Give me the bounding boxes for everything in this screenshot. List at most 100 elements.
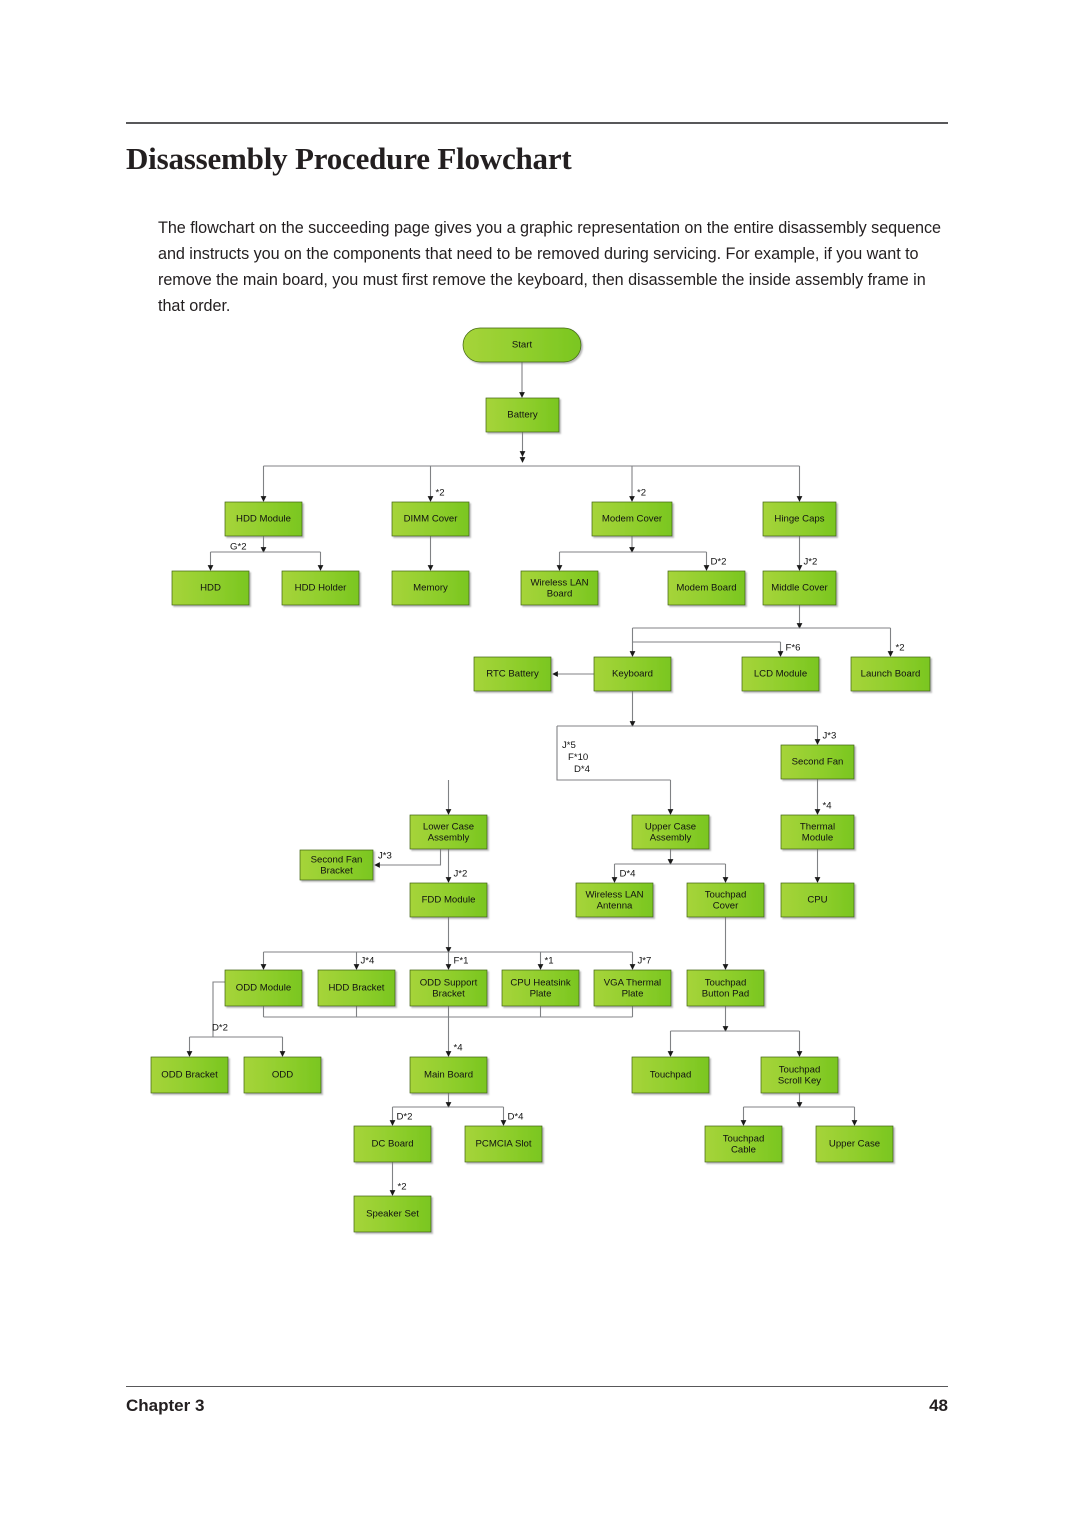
flow-node-modem_cover: Modem Cover xyxy=(592,502,672,536)
node-label: TouchpadScroll Key xyxy=(778,1064,821,1086)
flow-node-cpu_heatsink: CPU HeatsinkPlate xyxy=(502,970,579,1006)
flow-node-touchpad: Touchpad xyxy=(632,1057,709,1093)
connector xyxy=(633,628,781,642)
flow-node-second_fan_bracket: Second FanBracket xyxy=(300,850,373,880)
flow-node-dc_board: DC Board xyxy=(354,1126,431,1162)
edge-label-keyboard_split: J*5F*10D*4 xyxy=(562,740,591,775)
node-label: ThermalModule xyxy=(800,821,835,843)
disassembly-flowchart: *2*2G*2D*2J*2F*6*2J*3J*5F*10D*4*4J*3J*2D… xyxy=(0,0,1080,1528)
node-label: Speaker Set xyxy=(366,1209,419,1220)
node-label: HDD Bracket xyxy=(329,983,385,994)
flow-node-memory: Memory xyxy=(392,571,469,605)
edge-label-cpu_heatsink: *1 xyxy=(545,956,554,967)
edge-label-odd_split: D*2 xyxy=(212,1023,228,1034)
node-label: PCMCIA Slot xyxy=(476,1139,532,1150)
flow-node-second_fan: Second Fan xyxy=(781,745,854,779)
node-label: FDD Module xyxy=(422,895,476,906)
edge-label-dc_board: D*2 xyxy=(397,1112,413,1123)
edge-label-hdd_bracket: J*4 xyxy=(361,956,376,967)
node-label: Lower CaseAssembly xyxy=(423,821,474,843)
flow-node-main_board: Main Board xyxy=(410,1057,487,1093)
node-label: CPU xyxy=(807,895,827,906)
node-label: TouchpadButton Pad xyxy=(702,977,749,999)
node-label: Launch Board xyxy=(861,669,921,680)
node-label: Start xyxy=(512,340,533,351)
flow-node-odd_bracket: ODD Bracket xyxy=(151,1057,228,1093)
flow-node-lower_case: Lower CaseAssembly xyxy=(410,815,487,849)
flow-node-battery: Battery xyxy=(486,398,559,432)
edge-label-second_fan_bracket: J*3 xyxy=(378,851,392,862)
flow-node-modem_board: Modem Board xyxy=(668,571,745,605)
flow-node-odd_module: ODD Module xyxy=(225,970,302,1006)
flow-node-wireless_lan_board: Wireless LANBoard xyxy=(521,571,598,605)
edge-label-launch_board: *2 xyxy=(896,643,905,654)
flow-node-dimm_cover: DIMM Cover xyxy=(392,502,469,536)
node-label: DIMM Cover xyxy=(404,514,459,525)
flow-node-speaker_set: Speaker Set xyxy=(354,1196,431,1232)
edge-label-odd_support: F*1 xyxy=(454,956,469,967)
flow-node-hdd: HDD xyxy=(172,571,249,605)
flow-node-upper_case: Upper CaseAssembly xyxy=(632,815,709,849)
flow-node-touchpad_cable: TouchpadCable xyxy=(705,1126,782,1162)
node-label: LCD Module xyxy=(754,669,807,680)
flow-node-odd_support: ODD SupportBracket xyxy=(410,970,487,1006)
node-label: Main Board xyxy=(424,1070,473,1081)
flow-node-wireless_lan_ant: Wireless LANAntenna xyxy=(576,883,653,917)
node-label: Modem Board xyxy=(676,583,736,594)
edge-label-hdd_split: G*2 xyxy=(230,542,247,553)
edge-label-thermal_module: *4 xyxy=(823,801,833,812)
flow-node-vga_thermal: VGA ThermalPlate xyxy=(594,970,671,1006)
flow-node-launch_board: Launch Board xyxy=(851,657,930,691)
edge-label-modem_board: D*2 xyxy=(711,557,727,568)
edge-label-wireless_lan_ant: D*4 xyxy=(620,869,637,880)
node-label: Upper CaseAssembly xyxy=(645,821,696,843)
node-label: Memory xyxy=(413,583,448,594)
node-label: ODD xyxy=(272,1070,293,1081)
edge-label-modem_cover: *2 xyxy=(637,488,646,499)
flow-node-rtc_battery: RTC Battery xyxy=(474,657,551,691)
node-label: RTC Battery xyxy=(486,669,539,680)
edge-label-pcmcia_slot: D*4 xyxy=(508,1112,525,1123)
node-label: Touchpad xyxy=(650,1070,692,1081)
flow-node-thermal_module: ThermalModule xyxy=(781,815,854,849)
edge-label-lcd_module: F*6 xyxy=(786,643,801,654)
edge-label-middle_cover: J*2 xyxy=(804,557,818,568)
flow-node-middle_cover: Middle Cover xyxy=(763,571,836,605)
node-label: HDD Holder xyxy=(295,583,348,594)
flow-node-fdd_module: FDD Module xyxy=(410,883,487,917)
node-label: Modem Cover xyxy=(602,514,663,525)
flow-node-cpu: CPU xyxy=(781,883,854,917)
node-label: HDD Module xyxy=(236,514,291,525)
flowchart-nodes: Start Battery HDD Module DIMM Cover Modem Co… xyxy=(151,328,930,1232)
edge-label-speaker_set: *2 xyxy=(398,1182,407,1193)
node-label: Hinge Caps xyxy=(774,514,824,525)
flow-node-touchpad_scroll: TouchpadScroll Key xyxy=(761,1057,838,1093)
footer-rule xyxy=(126,1386,948,1387)
flow-node-keyboard: Keyboard xyxy=(594,657,671,691)
footer-page-number: 48 xyxy=(0,1396,948,1416)
flow-node-odd: ODD xyxy=(244,1057,321,1093)
edge-label-dimm_cover: *2 xyxy=(436,488,445,499)
flow-node-pcmcia_slot: PCMCIA Slot xyxy=(465,1126,542,1162)
flow-node-upper_case_2: Upper Case xyxy=(816,1126,893,1162)
node-label: Second Fan xyxy=(792,757,844,768)
edge-label-vga_thermal: J*7 xyxy=(638,956,652,967)
flow-node-hdd_bracket: HDD Bracket xyxy=(318,970,395,1006)
edge-label-second_fan: J*3 xyxy=(823,731,837,742)
node-label: ODD Bracket xyxy=(161,1070,218,1081)
flow-node-lcd_module: LCD Module xyxy=(742,657,819,691)
node-label: Middle Cover xyxy=(771,583,828,594)
flow-node-touchpad_cover: TouchpadCover xyxy=(687,883,764,917)
node-label: DC Board xyxy=(371,1139,413,1150)
node-label: Battery xyxy=(507,410,538,421)
flow-node-touchpad_btn_pad: TouchpadButton Pad xyxy=(687,970,764,1006)
flow-node-start: Start xyxy=(463,328,581,362)
flow-node-hdd_holder: HDD Holder xyxy=(282,571,359,605)
node-label: Keyboard xyxy=(612,669,653,680)
flow-node-hdd_module: HDD Module xyxy=(225,502,302,536)
node-label: HDD xyxy=(200,583,221,594)
node-label: ODD Module xyxy=(236,983,291,994)
document-page: Disassembly Procedure Flowchart The flow… xyxy=(0,0,1080,1528)
node-label: Upper Case xyxy=(829,1139,880,1150)
edge-label-main_board: *4 xyxy=(454,1043,464,1054)
